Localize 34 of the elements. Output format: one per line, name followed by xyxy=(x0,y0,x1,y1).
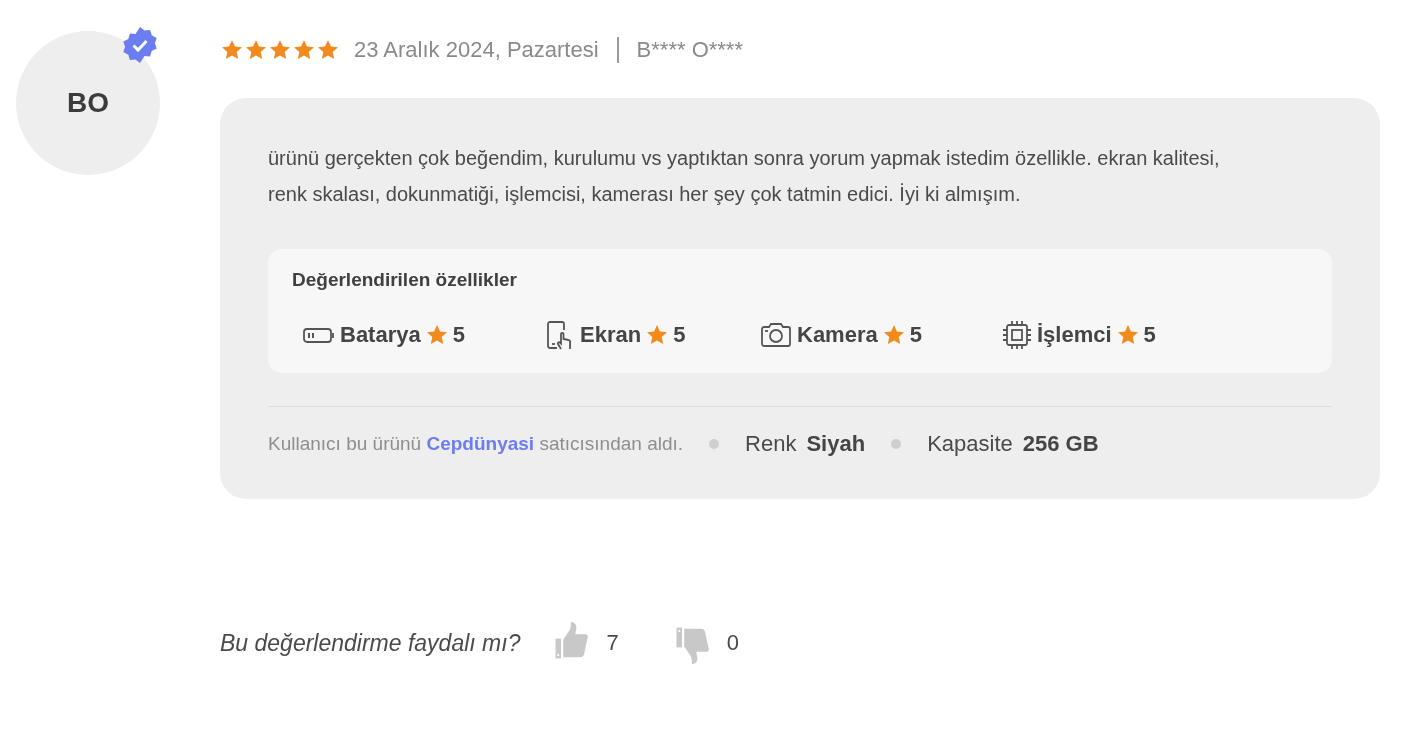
star-icon xyxy=(881,323,906,347)
dislike-button[interactable]: 0 xyxy=(672,621,739,665)
feature-label: İşlemci xyxy=(1037,322,1112,348)
star-icon xyxy=(244,38,268,62)
attribute-value: Siyah xyxy=(806,431,866,457)
camera-icon xyxy=(759,321,793,349)
star-icon xyxy=(1115,323,1140,347)
avatar: BO xyxy=(16,31,160,175)
feature-label: Ekran xyxy=(580,322,642,348)
star-icon xyxy=(645,323,670,347)
feature-label: Kamera xyxy=(797,322,878,348)
attribute-name: Renk xyxy=(745,431,797,457)
review-text: ürünü gerçekten çok beğendim, kurulumu vs yaptıktan sonra yorum yapmak istedim özellikle. ekran kalitesi, renk skalası, dokunmatiği, işlemcisi, kamerası her şey çok tatmin edici. İyi ki almışım. xyxy=(268,146,1221,207)
chip-icon xyxy=(1001,319,1033,351)
star-icon xyxy=(268,38,292,62)
bullet-dot xyxy=(709,439,720,449)
feature-rating: 5 xyxy=(909,322,922,348)
feature-label: Batarya xyxy=(340,322,421,348)
star-icon xyxy=(292,38,316,62)
feature-rating: 5 xyxy=(673,322,686,348)
feature-rating: 5 xyxy=(1143,322,1156,348)
star-icon xyxy=(220,38,244,62)
review-date: 23 Aralık 2024, Pazartesi xyxy=(354,37,599,63)
reviewer-name: B**** O**** xyxy=(636,37,743,63)
star-icon xyxy=(424,323,449,347)
like-button[interactable]: 7 xyxy=(552,621,619,665)
seller-note: Kullanıcı bu ürünü Cepdünyasi satıcısından aldı. xyxy=(268,433,684,455)
star-icon xyxy=(316,38,340,62)
feature-rating: 5 xyxy=(452,322,465,348)
attribute-name: Kapasite xyxy=(927,431,1013,457)
helpful-question: Bu değerlendirme faydalı mı? xyxy=(220,629,521,657)
attribute-value: 256 GB xyxy=(1022,431,1099,457)
features-title: Değerlendirilen özellikler xyxy=(292,269,518,291)
bullet-dot xyxy=(891,439,902,449)
